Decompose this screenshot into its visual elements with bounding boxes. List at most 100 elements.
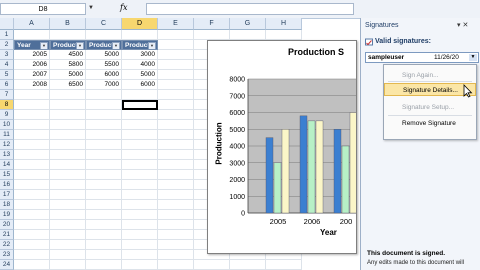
cell[interactable] [14, 180, 50, 190]
cell[interactable] [158, 100, 194, 110]
cell[interactable] [194, 260, 230, 270]
cell[interactable] [86, 240, 122, 250]
row-header-18[interactable]: 18 [0, 200, 14, 210]
table-cell[interactable]: 4000 [122, 60, 158, 70]
cell[interactable] [158, 190, 194, 200]
cell[interactable] [86, 230, 122, 240]
cell[interactable] [50, 220, 86, 230]
table-cell[interactable]: 6000 [122, 80, 158, 90]
cell[interactable] [122, 160, 158, 170]
cell[interactable] [158, 90, 194, 100]
cell[interactable] [158, 230, 194, 240]
cell[interactable] [158, 150, 194, 160]
production-chart[interactable]: Production S Production Year 0 1000 2000 30… [207, 40, 357, 254]
cell[interactable] [14, 240, 50, 250]
cell[interactable] [122, 110, 158, 120]
cell[interactable] [158, 250, 194, 260]
cell[interactable] [14, 160, 50, 170]
filter-dropdown-icon[interactable]: ▼ [148, 42, 156, 49]
cell[interactable] [50, 240, 86, 250]
cell[interactable] [86, 220, 122, 230]
row-header-14[interactable]: 14 [0, 160, 14, 170]
cell[interactable] [86, 210, 122, 220]
row-header-23[interactable]: 23 [0, 250, 14, 260]
cell[interactable] [122, 150, 158, 160]
cell[interactable] [86, 140, 122, 150]
cell[interactable] [50, 30, 86, 40]
row-header-4[interactable]: 4 [0, 60, 14, 70]
column-header-h[interactable]: H [266, 18, 302, 30]
cell[interactable] [122, 220, 158, 230]
cell[interactable] [158, 110, 194, 120]
column-header-e[interactable]: E [158, 18, 194, 30]
cell[interactable] [266, 30, 302, 40]
cell[interactable] [86, 260, 122, 270]
cell[interactable] [50, 130, 86, 140]
cell[interactable] [122, 210, 158, 220]
cell[interactable] [122, 240, 158, 250]
cell[interactable] [50, 260, 86, 270]
cell[interactable] [14, 190, 50, 200]
cell[interactable] [86, 150, 122, 160]
cell[interactable] [194, 30, 230, 40]
table-header-cell[interactable]: Year ▼ [14, 40, 50, 50]
cell[interactable] [86, 130, 122, 140]
cell[interactable] [50, 170, 86, 180]
cell[interactable] [14, 100, 50, 110]
row-header-1[interactable]: 1 [0, 30, 14, 40]
cell[interactable] [86, 30, 122, 40]
cell[interactable] [158, 130, 194, 140]
cell[interactable] [158, 120, 194, 130]
row-header-5[interactable]: 5 [0, 70, 14, 80]
cell[interactable] [122, 190, 158, 200]
cell[interactable] [50, 160, 86, 170]
cell[interactable] [122, 250, 158, 260]
cell[interactable] [266, 260, 302, 270]
table-cell[interactable]: 5000 [50, 70, 86, 80]
row-header-21[interactable]: 21 [0, 230, 14, 240]
cell[interactable] [86, 190, 122, 200]
cell[interactable] [158, 260, 194, 270]
filter-dropdown-icon[interactable]: ▼ [76, 42, 84, 49]
column-header-a[interactable]: A [14, 18, 50, 30]
row-header-12[interactable]: 12 [0, 140, 14, 150]
active-cell-d8[interactable] [122, 100, 158, 110]
row-header-15[interactable]: 15 [0, 170, 14, 180]
cell[interactable] [14, 250, 50, 260]
name-box[interactable]: D8 [0, 3, 86, 15]
row-header-3[interactable]: 3 [0, 50, 14, 60]
cell[interactable] [158, 60, 194, 70]
cell[interactable] [86, 90, 122, 100]
table-cell[interactable]: 2006 [14, 60, 50, 70]
cell[interactable] [86, 120, 122, 130]
cell[interactable] [14, 170, 50, 180]
cell[interactable] [158, 70, 194, 80]
cell[interactable] [14, 260, 50, 270]
cell[interactable] [50, 100, 86, 110]
cell[interactable] [86, 100, 122, 110]
cell[interactable] [50, 210, 86, 220]
row-header-8[interactable]: 8 [0, 100, 14, 110]
cell[interactable] [158, 220, 194, 230]
cell[interactable] [230, 30, 266, 40]
row-header-13[interactable]: 13 [0, 150, 14, 160]
cell[interactable] [50, 190, 86, 200]
name-box-dropdown-icon[interactable]: ▼ [88, 5, 94, 11]
row-header-10[interactable]: 10 [0, 120, 14, 130]
table-cell[interactable]: 6000 [86, 70, 122, 80]
cell[interactable] [122, 130, 158, 140]
table-cell[interactable]: 6500 [50, 80, 86, 90]
row-header-16[interactable]: 16 [0, 180, 14, 190]
cell[interactable] [122, 170, 158, 180]
row-header-24[interactable]: 24 [0, 260, 14, 270]
cell[interactable] [50, 120, 86, 130]
cell[interactable] [158, 140, 194, 150]
table-cell[interactable]: 5500 [86, 60, 122, 70]
cell[interactable] [14, 200, 50, 210]
cell[interactable] [50, 250, 86, 260]
table-cell[interactable]: 5800 [50, 60, 86, 70]
cell[interactable] [50, 110, 86, 120]
cell[interactable] [86, 160, 122, 170]
pane-close-button[interactable]: ▾ ✕ [457, 21, 468, 29]
cell[interactable] [14, 220, 50, 230]
